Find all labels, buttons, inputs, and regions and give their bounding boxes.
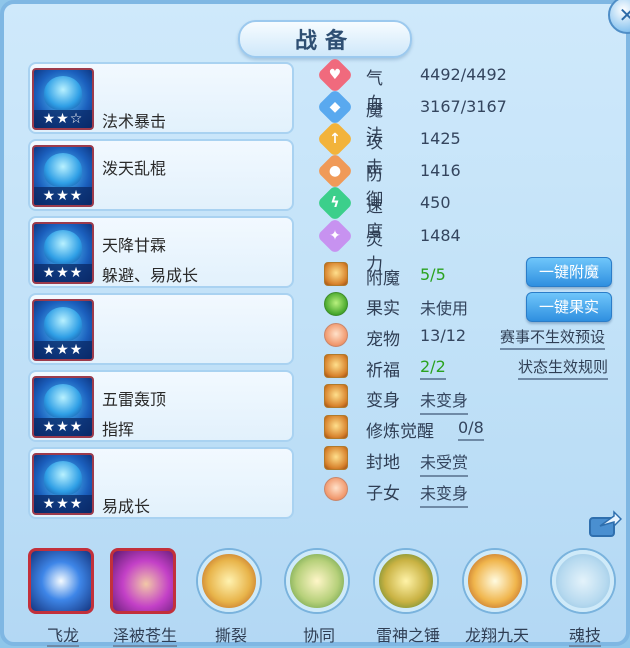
- attr-value[interactable]: 0/8: [458, 418, 484, 441]
- tear-icon: [198, 550, 260, 612]
- close-icon[interactable]: ✕: [608, 0, 630, 34]
- attr-value: 13/12: [420, 326, 467, 345]
- transform-icon: [324, 384, 348, 408]
- skill-name: 泼天乱棍: [102, 159, 167, 178]
- skill-icon: ★★★: [32, 453, 94, 515]
- stat-value: 1484: [420, 226, 461, 245]
- skill-icon: ★★★: [32, 376, 94, 438]
- share-icon[interactable]: [588, 508, 622, 538]
- spirit-icon: ✦: [316, 217, 354, 255]
- child-icon: [324, 477, 348, 501]
- skill-stars: ★★☆: [34, 110, 92, 128]
- skill-card-6[interactable]: ★★★ 易成长: [28, 447, 294, 519]
- bottom-skill-label: 魂技: [568, 626, 601, 647]
- skill-sub: 躲避、易成长: [102, 266, 199, 285]
- bottom-skill-1[interactable]: 飞龙: [28, 548, 98, 648]
- pet-icon: [324, 323, 348, 347]
- attr-label: 宠物: [366, 330, 400, 350]
- bottom-skill-label: 雷神之锤: [375, 626, 440, 645]
- bottom-skill-2[interactable]: 泽被苍生: [110, 548, 180, 648]
- skill-stars: ★★★: [34, 341, 92, 359]
- attr-value[interactable]: 2/2: [420, 357, 446, 380]
- cultivation-icon: [324, 415, 348, 439]
- stat-value: 3167/3167: [420, 97, 507, 116]
- attr-label: 果实: [366, 299, 400, 319]
- attr-label: 封地: [366, 453, 400, 473]
- skill-stars: ★★★: [34, 187, 92, 205]
- fief-icon: [324, 446, 348, 470]
- attr-value: 未使用: [420, 299, 469, 318]
- speed-icon: ϟ: [316, 184, 354, 222]
- fruit-icon: [324, 292, 348, 316]
- skill-name: 法术暴击: [102, 112, 167, 131]
- flying-dragon-icon: [28, 548, 94, 614]
- blessing-hand-icon: [110, 548, 176, 614]
- thor-hammer-icon: [375, 550, 437, 612]
- skill-stars: ★★★: [34, 264, 92, 282]
- window-title: 战备: [294, 29, 355, 54]
- title-bar: 战备: [238, 20, 412, 58]
- skill-card-4[interactable]: ★★★: [28, 293, 294, 365]
- stat-value: 1416: [420, 161, 461, 180]
- blessing-icon: [324, 354, 348, 378]
- attr-value: 5/5: [420, 265, 446, 284]
- match-preset-link[interactable]: 赛事不生效预设: [500, 326, 606, 350]
- skill-name: 天降甘霖: [102, 236, 167, 255]
- skill-icon: ★★★: [32, 222, 94, 284]
- skill-icon: ★★★: [32, 145, 94, 207]
- skill-card-1[interactable]: ★★☆ 法术暴击: [28, 62, 294, 134]
- bottom-skill-label: 龙翔九天: [464, 626, 529, 645]
- attr-label: 附魔: [366, 269, 400, 289]
- attr-label: 修炼觉醒: [366, 422, 434, 442]
- skill-stars: ★★★: [34, 495, 92, 513]
- bottom-skill-label: 泽被苍生: [112, 626, 177, 647]
- skill-card-5[interactable]: ★★★ 五雷轰顶 指挥: [28, 370, 294, 442]
- skill-name: 易成长: [102, 497, 151, 516]
- stat-value: 450: [420, 193, 451, 212]
- attr-value[interactable]: 未变身: [420, 387, 469, 415]
- bottom-skill-label: 飞龙: [46, 626, 79, 647]
- cooperate-icon: [286, 550, 348, 612]
- skill-name: 五雷轰顶: [102, 390, 167, 409]
- stat-value: 1425: [420, 129, 461, 148]
- heart-icon: ♥: [316, 56, 354, 94]
- shield-icon: ●: [316, 152, 354, 190]
- stat-value: 4492/4492: [420, 65, 507, 84]
- bottom-skill-3[interactable]: 撕裂: [196, 548, 266, 648]
- bottom-skill-4[interactable]: 协同: [284, 548, 354, 648]
- bottom-skill-label: 协同: [302, 626, 335, 645]
- skill-card-3[interactable]: ★★★ 天降甘霖 躲避、易成长: [28, 216, 294, 288]
- enchant-icon: [324, 262, 348, 286]
- bottom-skill-6[interactable]: 龙翔九天: [462, 548, 532, 648]
- one-click-enchant-button[interactable]: 一键附魔: [526, 257, 612, 287]
- battle-prep-panel: 战备 ✕ ★★☆ 法术暴击 ★★★ 泼天乱棍 ★★★ 天降甘霖 躲避、易成长 ★…: [0, 0, 630, 648]
- attr-label: 变身: [366, 391, 400, 411]
- attr-value[interactable]: 未受赏: [420, 449, 469, 477]
- status-rule-link[interactable]: 状态生效规则: [518, 356, 609, 380]
- attr-label: 子女: [366, 484, 400, 504]
- bottom-skill-7[interactable]: 魂技: [550, 548, 620, 648]
- skill-stars: ★★★: [34, 418, 92, 436]
- skill-sub: 指挥: [102, 420, 135, 439]
- sword-icon: ↑: [316, 120, 354, 158]
- dragon-soar-icon: [464, 550, 526, 612]
- skill-icon: ★★☆: [32, 68, 94, 130]
- one-click-fruit-button[interactable]: 一键果实: [526, 292, 612, 322]
- attr-label: 祈福: [366, 361, 400, 381]
- bottom-skill-label: 撕裂: [214, 626, 247, 645]
- soul-skill-icon: [552, 550, 614, 612]
- skill-card-2[interactable]: ★★★ 泼天乱棍: [28, 139, 294, 211]
- attr-value[interactable]: 未变身: [420, 480, 469, 508]
- skill-icon: ★★★: [32, 299, 94, 361]
- mana-icon: ◆: [316, 88, 354, 126]
- bottom-skill-5[interactable]: 雷神之锤: [373, 548, 443, 648]
